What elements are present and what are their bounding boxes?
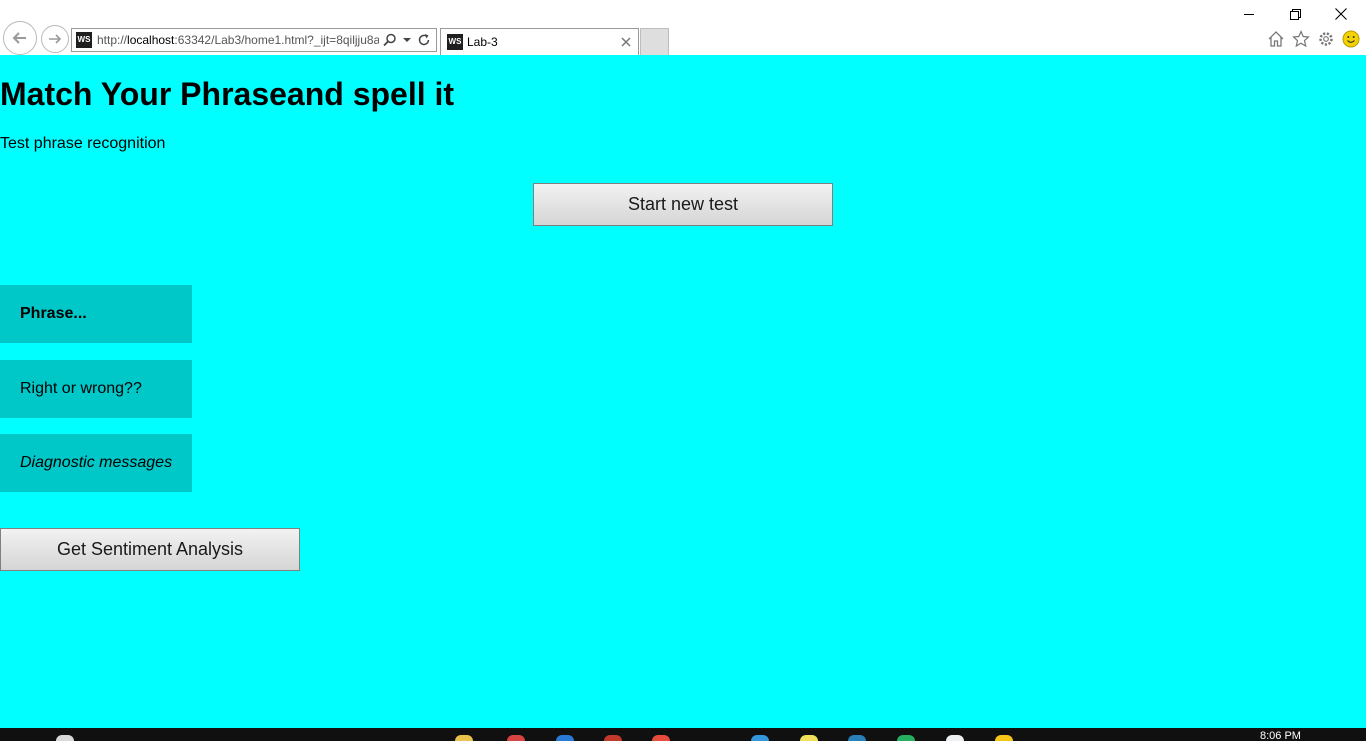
result-panel: Right or wrong?? xyxy=(0,360,192,418)
page-content: Match Your Phraseand spell it Test phras… xyxy=(0,55,1366,728)
browser-toolbar xyxy=(1266,29,1360,48)
back-arrow-icon xyxy=(12,32,26,44)
taskbar-app[interactable] xyxy=(995,735,1013,741)
smiley-icon xyxy=(1342,30,1359,47)
restore-button[interactable] xyxy=(1272,0,1318,28)
minimize-icon xyxy=(1243,13,1254,15)
back-button[interactable] xyxy=(3,21,37,55)
taskbar-app[interactable] xyxy=(751,735,769,741)
refresh-icon[interactable] xyxy=(417,33,431,47)
tab-title: Lab-3 xyxy=(467,35,498,49)
browser-chrome: WS http://localhost:63342/Lab3/home1.htm… xyxy=(0,0,1366,55)
forward-arrow-icon xyxy=(49,34,62,44)
taskbar-app[interactable] xyxy=(946,735,964,741)
search-icon[interactable] xyxy=(383,33,397,47)
address-bar[interactable]: WS http://localhost:63342/Lab3/home1.htm… xyxy=(71,28,437,52)
taskbar-app[interactable] xyxy=(652,735,670,741)
taskbar-clock[interactable]: 8:06 PM xyxy=(1260,730,1301,742)
home-button[interactable] xyxy=(1266,29,1285,48)
diagnostic-panel: Diagnostic messages xyxy=(0,434,192,492)
taskbar-app[interactable] xyxy=(604,735,622,741)
settings-button[interactable] xyxy=(1316,29,1335,48)
sentiment-analysis-button[interactable]: Get Sentiment Analysis xyxy=(0,528,300,571)
taskbar-app[interactable] xyxy=(507,735,525,741)
taskbar-app[interactable] xyxy=(800,735,818,741)
star-icon xyxy=(1291,29,1310,47)
taskbar-app[interactable] xyxy=(556,735,574,741)
tab-favicon: WS xyxy=(447,34,463,50)
close-icon xyxy=(621,37,631,47)
site-favicon: WS xyxy=(76,32,92,48)
minimize-button[interactable] xyxy=(1226,0,1272,28)
tab-close-button[interactable] xyxy=(618,34,634,50)
window-controls xyxy=(1226,0,1366,28)
gear-icon xyxy=(1318,31,1333,46)
url-text[interactable]: http://localhost:63342/Lab3/home1.html?_… xyxy=(97,33,379,47)
phrase-panel: Phrase... xyxy=(0,285,192,343)
taskbar-app[interactable] xyxy=(455,735,473,741)
taskbar-app[interactable] xyxy=(56,735,74,741)
forward-button[interactable] xyxy=(41,25,69,53)
taskbar: 8:06 PM xyxy=(0,728,1366,742)
dropdown-arrow-icon[interactable] xyxy=(403,36,411,44)
window-close-button[interactable] xyxy=(1318,0,1364,28)
home-icon xyxy=(1268,30,1283,47)
close-icon xyxy=(1335,8,1347,20)
feedback-button[interactable] xyxy=(1341,29,1360,48)
restore-icon xyxy=(1289,8,1301,20)
favorites-button[interactable] xyxy=(1291,29,1310,48)
page-subtitle: Test phrase recognition xyxy=(0,135,166,152)
start-new-test-button[interactable]: Start new test xyxy=(533,183,833,226)
page-title: Match Your Phraseand spell it xyxy=(0,76,455,112)
tab-lab-3[interactable]: WS Lab-3 xyxy=(440,28,639,55)
taskbar-app[interactable] xyxy=(897,735,915,741)
new-tab-button[interactable] xyxy=(640,28,669,55)
taskbar-app[interactable] xyxy=(848,735,866,741)
